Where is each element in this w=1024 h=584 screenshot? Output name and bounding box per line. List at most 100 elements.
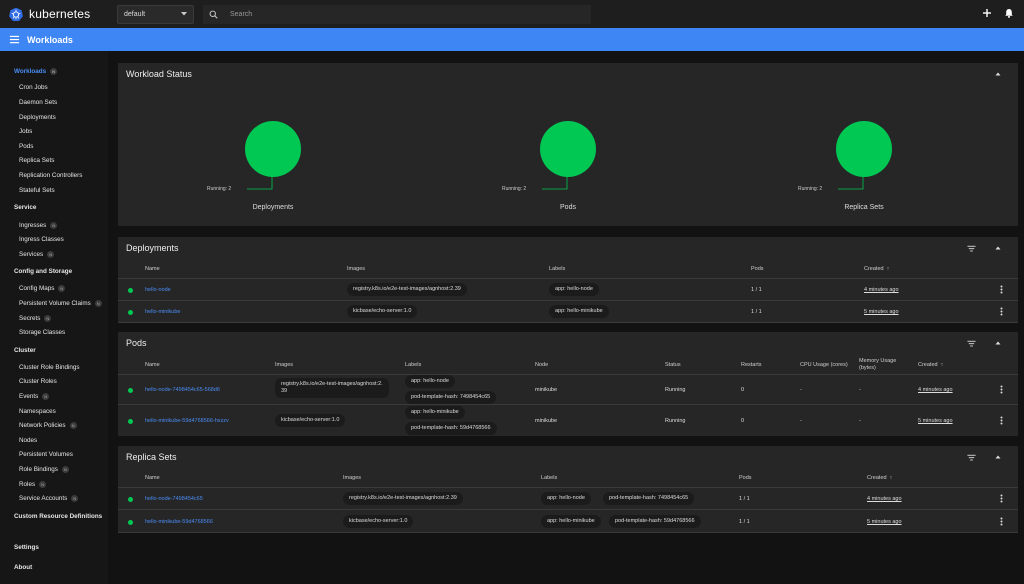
sidebar-item-replica-sets[interactable]: Replica Sets [19, 157, 54, 164]
sidebar-item-about[interactable]: About [14, 564, 32, 571]
column-header-cpu-usage-cores-: CPU Usage (cores) [800, 362, 848, 368]
running-status-icon [128, 520, 133, 525]
column-header-restarts: Restarts [741, 362, 762, 368]
sidebar-item-settings[interactable]: Settings [14, 544, 39, 551]
namespaced-badge: N [69, 422, 77, 429]
sidebar-item-ingresses[interactable]: Ingresses N [19, 222, 58, 229]
deployments-title: Deployments [126, 243, 179, 253]
sidebar-item-label: Replication Controllers [19, 172, 83, 179]
column-header--bytes-: (bytes) [859, 365, 876, 371]
menu-icon[interactable] [9, 34, 20, 45]
label-chip: app: hello-node [541, 492, 591, 505]
namespaced-badge: N [50, 68, 58, 75]
sidebar-item-label: Namespaces [19, 408, 56, 415]
sidebar-item-cluster-role-bindings[interactable]: Cluster Role Bindings [19, 364, 80, 371]
sidebar-item-replication-controllers[interactable]: Replication Controllers [19, 172, 82, 179]
memory-usage: - [859, 387, 861, 393]
sidebar-item-label: Custom Resource Definitions [14, 513, 103, 520]
column-header-images: Images [275, 362, 294, 368]
sidebar-item-namespaces[interactable]: Namespaces [19, 408, 56, 415]
add-icon[interactable] [982, 8, 992, 18]
more-actions-icon[interactable] [1000, 285, 1003, 294]
chart-label: Replica Sets [844, 204, 884, 211]
sidebar-item-services[interactable]: Services N [19, 251, 55, 258]
sort-arrow-icon[interactable]: ↑ [887, 266, 890, 272]
sidebar-item-label: Role Bindings [19, 466, 58, 473]
sort-arrow-icon[interactable]: ↑ [941, 362, 944, 368]
sidebar-item-stateful-sets[interactable]: Stateful Sets [19, 187, 55, 194]
notifications-bell-icon[interactable] [1004, 8, 1014, 18]
search-placeholder: Search [230, 10, 253, 18]
sidebar-item-cluster[interactable]: Cluster [14, 347, 36, 354]
image-chip: kicbase/echo-server:1.0 [347, 305, 418, 318]
collapse-icon[interactable] [994, 339, 1002, 347]
collapse-icon[interactable] [994, 244, 1002, 252]
filter-icon[interactable] [967, 244, 976, 253]
pod-status: Running [665, 418, 686, 424]
column-header-created[interactable]: Created ↑ [864, 266, 889, 272]
sidebar-item-cluster-roles[interactable]: Cluster Roles [19, 378, 57, 385]
more-actions-icon[interactable] [1000, 416, 1003, 425]
namespaced-badge: N [39, 481, 47, 488]
sidebar-item-roles[interactable]: Roles N [19, 481, 47, 488]
sidebar-item-role-bindings[interactable]: Role Bindings N [19, 466, 69, 473]
sidebar-item-persistent-volume-claims[interactable]: Persistent Volume Claims N [19, 300, 102, 307]
sidebar-item-workloads[interactable]: Workloads N [14, 68, 58, 75]
sidebar-item-daemon-sets[interactable]: Daemon Sets [19, 99, 57, 106]
sidebar-item-jobs[interactable]: Jobs [19, 128, 32, 135]
sidebar-item-label: Deployments [19, 114, 56, 121]
pod-name-link[interactable]: hello-node-7498454c65-568d6 [145, 387, 220, 393]
namespace-selector[interactable]: default [117, 4, 194, 24]
filter-icon[interactable] [967, 339, 976, 348]
sidebar-item-service-accounts[interactable]: Service Accounts N [19, 495, 79, 502]
label-chip: pod-template-hash: 59d4768566 [609, 515, 701, 528]
sidebar-item-service[interactable]: Service [14, 204, 36, 211]
sidebar-item-label: Ingresses [19, 222, 47, 229]
collapse-icon[interactable] [994, 453, 1002, 461]
sidebar-item-pods[interactable]: Pods [19, 143, 33, 150]
search-input[interactable]: Search [203, 4, 591, 24]
more-actions-icon[interactable] [1000, 494, 1003, 503]
sidebar-item-cron-jobs[interactable]: Cron Jobs [19, 84, 48, 91]
column-header-created[interactable]: Created ↑ [918, 362, 943, 368]
chart-label: Pods [560, 204, 576, 211]
sidebar-item-label: Roles [19, 481, 36, 488]
filter-icon[interactable] [967, 453, 976, 462]
more-actions-icon[interactable] [1000, 517, 1003, 526]
pods-title: Pods [126, 338, 147, 348]
sidebar-item-secrets[interactable]: Secrets N [19, 315, 52, 322]
sidebar-item-events[interactable]: Events N [19, 393, 50, 400]
sidebar-item-label: Daemon Sets [19, 99, 58, 106]
label-chip: app: hello-minikube [541, 515, 601, 528]
divider [118, 404, 1018, 405]
column-header-memory-usage: Memory Usage [859, 358, 897, 364]
more-actions-icon[interactable] [1000, 385, 1003, 394]
sidebar-item-network-policies[interactable]: Network Policies N [19, 422, 77, 429]
sidebar-item-deployments[interactable]: Deployments [19, 114, 56, 121]
divider [118, 532, 1018, 533]
sidebar-item-nodes[interactable]: Nodes [19, 437, 37, 444]
sidebar-item-ingress-classes[interactable]: Ingress Classes [19, 236, 64, 243]
sidebar-item-config-and-storage[interactable]: Config and Storage [14, 268, 72, 275]
sort-arrow-icon[interactable]: ↑ [890, 475, 893, 481]
replica-set-name-link[interactable]: hello-node-7498454c65 [145, 496, 203, 502]
pod-name-link[interactable]: hello-minikube-59d4768566-hxzzv [145, 418, 229, 424]
pods-count: 1 / 1 [751, 287, 762, 293]
column-header-created[interactable]: Created ↑ [867, 475, 892, 481]
logo[interactable]: kubernetes [9, 7, 115, 21]
deployment-name-link[interactable]: hello-node [145, 287, 171, 293]
sidebar-item-persistent-volumes[interactable]: Persistent Volumes [19, 451, 73, 458]
sidebar-item-label: Service [14, 204, 37, 211]
image-chip: kicbase/echo-server:1.0 [343, 515, 414, 528]
sidebar-item-storage-classes[interactable]: Storage Classes [19, 329, 65, 336]
sidebar-item-custom-resource-definitions[interactable]: Custom Resource Definitions [14, 513, 102, 520]
deployment-name-link[interactable]: hello-minikube [145, 309, 180, 315]
sidebar-item-config-maps[interactable]: Config Maps N [19, 285, 66, 292]
image-chip: registry.k8s.io/e2e-test-images/agnhost:… [275, 378, 389, 398]
workload-status-card: Workload Status Running: 2 Deployments Run… [118, 63, 1018, 226]
replica-set-name-link[interactable]: hello-minikube-59d4768566 [145, 519, 213, 525]
divider [118, 322, 1018, 323]
collapse-icon[interactable] [994, 70, 1002, 78]
more-actions-icon[interactable] [1000, 307, 1003, 316]
namespace-value: default [124, 10, 146, 18]
